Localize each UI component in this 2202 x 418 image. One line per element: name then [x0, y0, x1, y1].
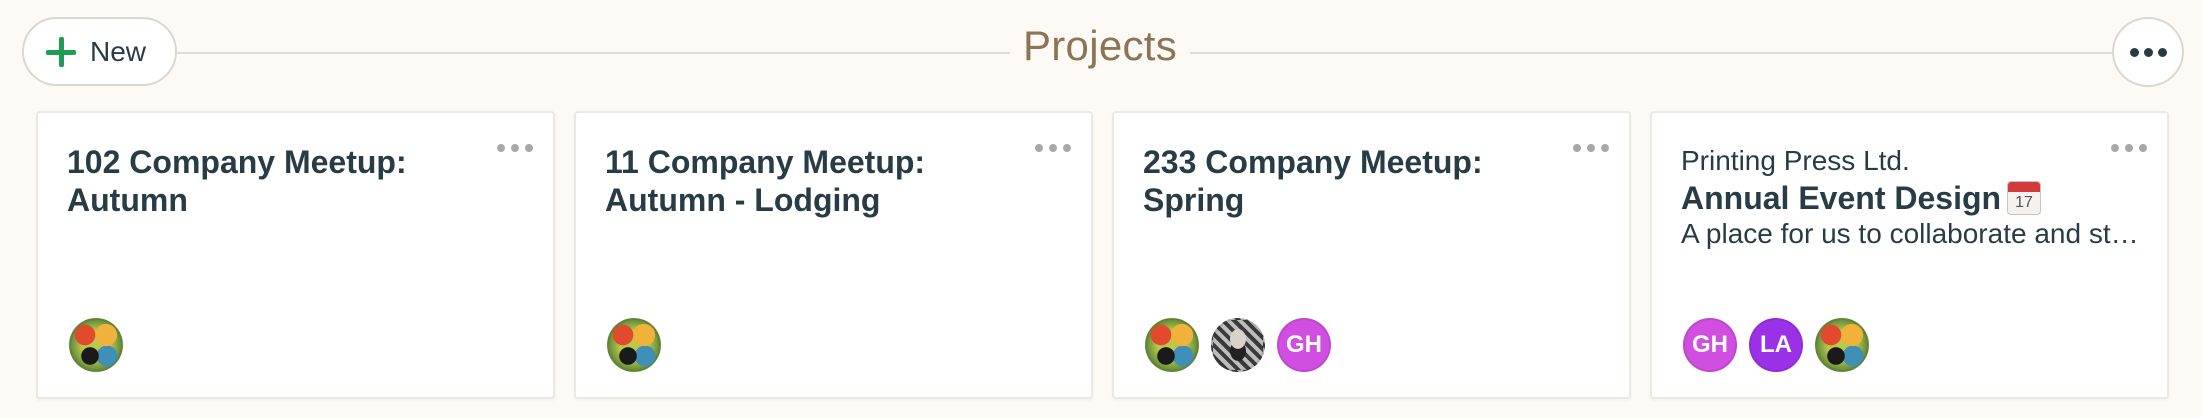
project-title: 11 Company Meetup: Autumn - Lodging: [605, 144, 926, 218]
project-card[interactable]: 102 Company Meetup: Autumn: [36, 111, 555, 399]
ellipsis-icon: [1035, 144, 1043, 152]
ellipsis-icon: [2111, 144, 2119, 152]
avatar[interactable]: [1211, 318, 1265, 372]
options-button[interactable]: [2112, 17, 2184, 87]
ellipsis-icon: [2129, 47, 2139, 57]
projects-header: New Projects: [0, 0, 2202, 108]
header-divider-right: [1190, 52, 2112, 54]
ellipsis-icon: [497, 144, 505, 152]
avatar[interactable]: GH: [1683, 318, 1737, 372]
new-project-button[interactable]: New: [22, 17, 177, 86]
member-avatars: GH: [1145, 318, 1331, 372]
member-avatars: [69, 318, 123, 372]
card-menu-button[interactable]: [1035, 141, 1071, 155]
card-menu-button[interactable]: [1573, 141, 1609, 155]
avatar[interactable]: [1815, 318, 1869, 372]
card-menu-button[interactable]: [2111, 141, 2147, 155]
avatar[interactable]: GH: [1277, 318, 1331, 372]
new-project-label: New: [90, 35, 147, 67]
project-company: Printing Press Ltd.: [1681, 145, 1910, 176]
project-description: A place for us to collaborate and stay o…: [1681, 218, 2141, 249]
avatar[interactable]: [1145, 318, 1199, 372]
header-divider-left: [177, 52, 1010, 54]
project-card[interactable]: 233 Company Meetup: Spring GH: [1112, 111, 1631, 399]
member-avatars: GH LA: [1683, 318, 1869, 372]
calendar-icon: 17: [2007, 181, 2042, 215]
page-title: Projects: [1022, 22, 1178, 69]
avatar[interactable]: [69, 318, 123, 372]
calendar-day: 17: [2015, 194, 2033, 211]
project-title-row: Annual Event Design 17: [1681, 179, 2042, 217]
avatar[interactable]: LA: [1749, 318, 1803, 372]
member-avatars: [607, 318, 661, 372]
project-card[interactable]: Printing Press Ltd. Annual Event Design …: [1650, 111, 2169, 399]
card-menu-button[interactable]: [497, 141, 533, 155]
plus-icon: [46, 36, 76, 67]
project-title: 233 Company Meetup: Spring: [1143, 144, 1483, 218]
project-title: Annual Event Design: [1681, 180, 2002, 216]
ellipsis-icon: [1573, 144, 1581, 152]
project-title: 102 Company Meetup: Autumn: [67, 144, 407, 218]
project-card[interactable]: 11 Company Meetup: Autumn - Lodging: [574, 111, 1093, 399]
avatar[interactable]: [607, 318, 661, 372]
